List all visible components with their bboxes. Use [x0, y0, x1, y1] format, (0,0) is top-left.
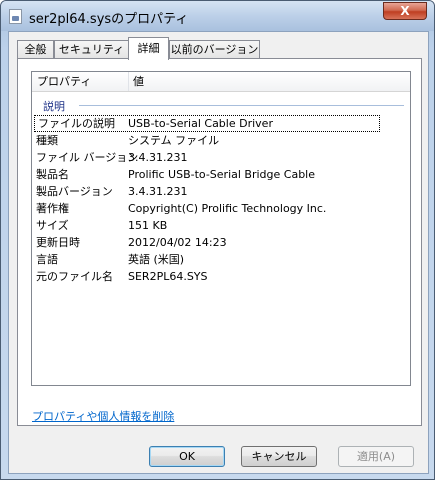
list-item[interactable]: 更新日時 2012/04/02 14:23 — [32, 234, 410, 251]
list-item[interactable]: サイズ 151 KB — [32, 217, 410, 234]
property-name: サイズ — [36, 219, 69, 232]
property-rows: ファイルの説明 USB-to-Serial Cable Driver 種類 シス… — [32, 115, 410, 285]
file-icon — [9, 9, 22, 24]
list-item[interactable]: 元のファイル名 SER2PL64.SYS — [32, 268, 410, 285]
tab-previous-versions[interactable]: 以前のバージョン — [169, 40, 260, 59]
property-name: 製品バージョン — [36, 185, 113, 198]
apply-button[interactable]: 適用(A) — [338, 446, 414, 467]
property-name: 更新日時 — [36, 236, 80, 249]
details-list[interactable]: プロパティ 値 説明 ファイルの説明 USB-to-Serial Cable D… — [31, 71, 411, 386]
property-value: 2012/04/02 14:23 — [128, 236, 227, 249]
tab-general[interactable]: 全般 — [17, 40, 54, 59]
property-name: 著作権 — [36, 202, 69, 215]
group-divider — [79, 105, 404, 106]
property-value: 151 KB — [128, 219, 168, 232]
property-value: Copyright(C) Prolific Technology Inc. — [128, 202, 327, 215]
property-name: 言語 — [36, 253, 58, 266]
property-value: 3.4.31.231 — [128, 185, 188, 198]
group-label-description: 説明 — [43, 100, 65, 113]
list-item[interactable]: 種類 システム ファイル — [32, 132, 410, 149]
property-value: USB-to-Serial Cable Driver — [128, 117, 273, 130]
properties-dialog: ser2pl64.sysのプロパティ X 全般 セキュリティ 詳細 以前のバージ… — [0, 0, 435, 480]
property-value: システム ファイル — [128, 134, 220, 147]
property-value: SER2PL64.SYS — [128, 270, 208, 283]
property-name: ファイル バージョン — [36, 151, 139, 164]
list-item[interactable]: ファイル バージョン 3.4.31.231 — [32, 149, 410, 166]
column-header-value[interactable]: 値 — [128, 72, 412, 91]
dialog-body: 全般 セキュリティ 詳細 以前のバージョン プロパティ 値 説明 ファイルの説明… — [8, 31, 429, 474]
list-item[interactable]: ファイルの説明 USB-to-Serial Cable Driver — [34, 115, 380, 132]
column-header-property[interactable]: プロパティ — [32, 72, 128, 91]
property-name: 種類 — [36, 134, 58, 147]
tab-details[interactable]: 詳細 — [128, 37, 169, 60]
ok-button[interactable]: OK — [149, 446, 225, 467]
list-item[interactable]: 言語 英語 (米国) — [32, 251, 410, 268]
list-item[interactable]: 製品バージョン 3.4.31.231 — [32, 183, 410, 200]
tab-security[interactable]: セキュリティ — [54, 40, 129, 59]
list-item[interactable]: 著作権 Copyright(C) Prolific Technology Inc… — [32, 200, 410, 217]
list-item[interactable]: 製品名 Prolific USB-to-Serial Bridge Cable — [32, 166, 410, 183]
remove-properties-link[interactable]: プロパティや個人情報を削除 — [32, 408, 174, 424]
cancel-button[interactable]: キャンセル — [241, 446, 317, 467]
list-header: プロパティ 値 — [32, 72, 410, 92]
property-value: 3.4.31.231 — [128, 151, 188, 164]
property-name: ファイルの説明 — [38, 117, 115, 130]
title-bar[interactable]: ser2pl64.sysのプロパティ X — [1, 1, 434, 31]
property-name: 製品名 — [36, 168, 69, 181]
property-value: Prolific USB-to-Serial Bridge Cable — [128, 168, 316, 181]
property-value: 英語 (米国) — [128, 253, 185, 266]
close-button[interactable]: X — [383, 2, 427, 20]
property-name: 元のファイル名 — [36, 270, 113, 283]
details-panel: プロパティ 値 説明 ファイルの説明 USB-to-Serial Cable D… — [17, 58, 422, 426]
window-title: ser2pl64.sysのプロパティ — [29, 12, 189, 27]
